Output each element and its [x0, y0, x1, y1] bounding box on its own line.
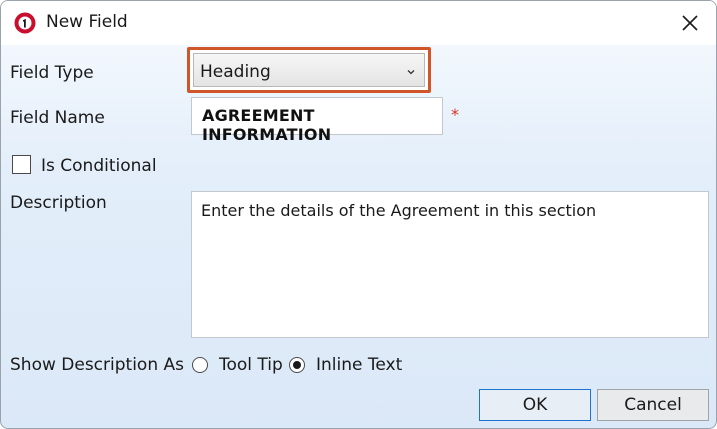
tool-tip-radio[interactable] [192, 357, 208, 373]
close-icon[interactable] [678, 11, 702, 35]
field-name-value: AGREEMENT INFORMATION [202, 106, 332, 144]
new-field-dialog: New Field Field Type Heading Field Name … [0, 0, 717, 429]
title-bar: New Field [1, 1, 716, 45]
cancel-button[interactable]: Cancel [597, 389, 709, 421]
dialog-title: New Field [46, 12, 128, 32]
is-conditional-checkbox[interactable] [12, 155, 31, 174]
required-marker: * [451, 105, 459, 124]
inline-text-radio[interactable] [289, 357, 305, 373]
description-label: Description [10, 193, 107, 213]
field-type-label: Field Type [10, 63, 94, 83]
description-textarea[interactable]: Enter the details of the Agreement in th… [191, 191, 709, 338]
field-name-label: Field Name [10, 108, 105, 128]
app-logo-icon [14, 12, 36, 34]
is-conditional-label[interactable]: Is Conditional [41, 156, 157, 176]
field-type-select[interactable]: Heading [187, 47, 431, 93]
ok-button[interactable]: OK [479, 389, 591, 421]
field-name-input[interactable]: AGREEMENT INFORMATION [191, 97, 443, 144]
radio-selected-dot [293, 361, 301, 369]
tool-tip-label[interactable]: Tool Tip [219, 355, 283, 375]
inline-text-label[interactable]: Inline Text [316, 355, 402, 375]
description-value: Enter the details of the Agreement in th… [201, 201, 597, 220]
field-type-value: Heading [200, 62, 271, 82]
chevron-down-icon [407, 70, 415, 75]
show-description-as-label: Show Description As [10, 355, 184, 375]
field-type-select-box[interactable]: Heading [193, 53, 425, 87]
